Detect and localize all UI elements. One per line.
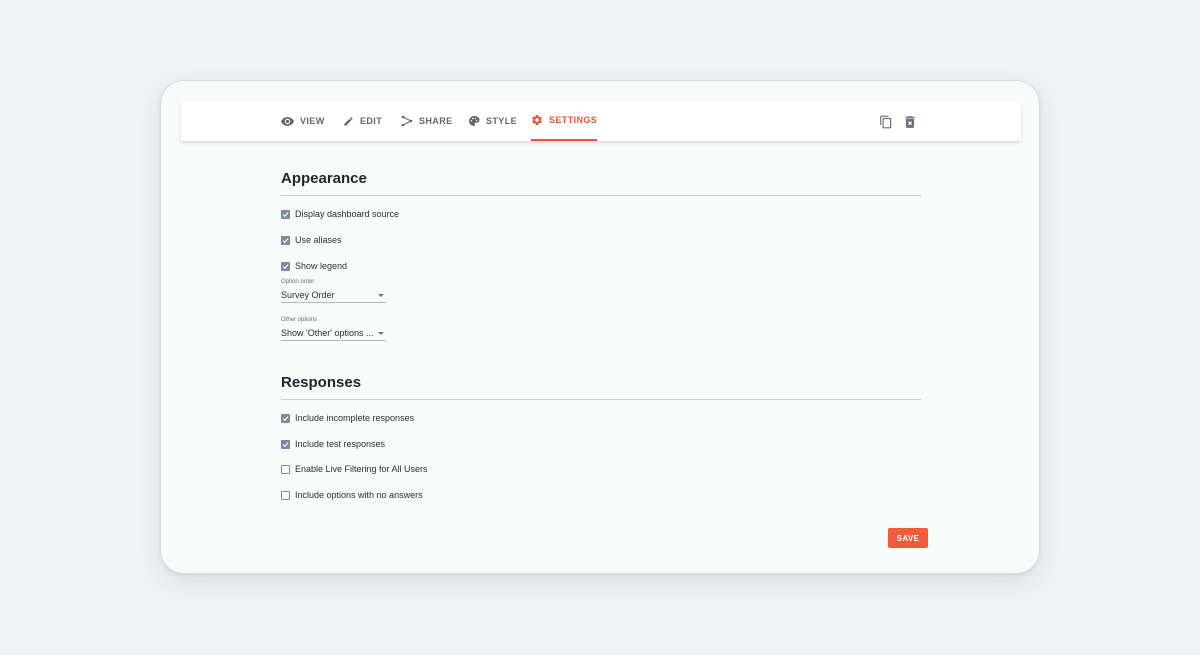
other-options-select[interactable]: Show 'Other' options ...: [281, 326, 386, 341]
include-test-responses-checkbox[interactable]: Include test responses: [281, 439, 385, 449]
tab-bar: VIEW EDIT SHARE STYLE SETTINGS: [181, 101, 1021, 141]
tab-settings[interactable]: SETTINGS: [531, 101, 598, 141]
include-incomplete-responses-checkbox[interactable]: Include incomplete responses: [281, 413, 414, 423]
checkbox-label: Include options with no answers: [295, 490, 423, 500]
tab-edit-label: EDIT: [360, 116, 383, 126]
include-options-no-answers-checkbox[interactable]: Include options with no answers: [281, 490, 423, 500]
tab-settings-label: SETTINGS: [549, 115, 598, 125]
responses-divider: [281, 399, 921, 400]
checkbox-checked[interactable]: [281, 235, 290, 245]
copy-icon[interactable]: [879, 115, 893, 129]
checkbox-unchecked[interactable]: [281, 464, 290, 474]
settings-card: VIEW EDIT SHARE STYLE SETTINGS Appearanc…: [160, 80, 1040, 574]
tab-share-label: SHARE: [419, 116, 453, 126]
share-icon: [401, 115, 413, 127]
tab-style-label: STYLE: [486, 116, 518, 126]
checkbox-label: Use aliases: [295, 235, 342, 245]
eye-icon: [281, 116, 294, 126]
tab-share[interactable]: SHARE: [401, 101, 453, 141]
other-options-field: Other options Show 'Other' options ...: [281, 317, 386, 341]
option-order-value: Survey Order: [281, 290, 335, 300]
show-legend-checkbox[interactable]: Show legend: [281, 261, 347, 271]
checkbox-label: Enable Live Filtering for All Users: [295, 464, 428, 474]
checkbox-label: Show legend: [295, 261, 348, 271]
tab-view-label: VIEW: [300, 116, 325, 126]
checkbox-checked[interactable]: [281, 209, 290, 219]
checkbox-unchecked[interactable]: [281, 490, 290, 500]
pencil-icon: [344, 116, 353, 126]
palette-icon: [469, 116, 480, 126]
option-order-label: Option order: [281, 279, 315, 285]
tab-view[interactable]: VIEW: [281, 101, 325, 141]
option-order-select[interactable]: Survey Order: [281, 288, 386, 303]
caret-down-icon: [378, 331, 384, 335]
checkbox-checked[interactable]: [281, 413, 290, 423]
use-aliases-checkbox[interactable]: Use aliases: [281, 235, 342, 245]
enable-live-filtering-checkbox[interactable]: Enable Live Filtering for All Users: [281, 464, 428, 474]
save-button[interactable]: SAVE: [888, 528, 928, 548]
checkbox-label: Include incomplete responses: [295, 413, 415, 423]
checkbox-checked[interactable]: [281, 439, 290, 449]
appearance-title: Appearance: [281, 170, 367, 187]
checkbox-label: Include test responses: [295, 439, 386, 449]
delete-icon[interactable]: [903, 115, 917, 129]
other-options-value: Show 'Other' options ...: [281, 328, 374, 338]
tab-style[interactable]: STYLE: [468, 101, 517, 141]
other-options-label: Other options: [281, 317, 318, 323]
option-order-field: Option order Survey Order: [281, 279, 386, 303]
responses-title: Responses: [281, 374, 362, 391]
display-dashboard-source-checkbox[interactable]: Display dashboard source: [281, 209, 399, 219]
checkbox-checked[interactable]: [281, 261, 290, 271]
gear-icon: [532, 114, 542, 126]
checkbox-label: Display dashboard source: [295, 209, 400, 219]
tab-edit[interactable]: EDIT: [343, 101, 382, 141]
caret-down-icon: [378, 293, 384, 297]
appearance-divider: [281, 195, 921, 196]
